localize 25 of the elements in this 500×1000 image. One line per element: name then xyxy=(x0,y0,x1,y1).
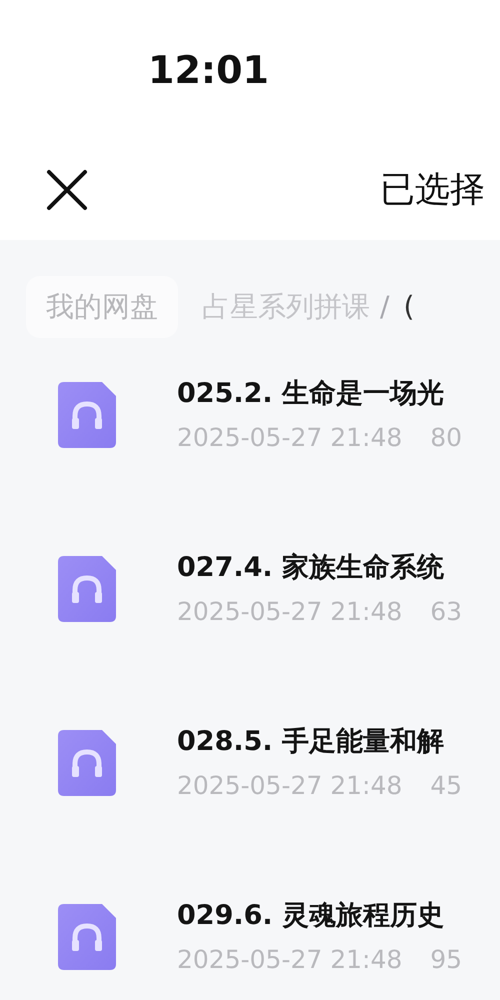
file-size: 95 xyxy=(430,945,462,974)
file-date: 2025-05-27 21:48 xyxy=(177,771,402,800)
file-name: 028.5. 手足能量和解 xyxy=(177,725,446,759)
file-size: 45 xyxy=(430,771,462,800)
file-date: 2025-05-27 21:48 xyxy=(177,423,402,452)
audio-file-icon xyxy=(58,556,116,622)
file-name: 027.4. 家族生命系统 xyxy=(177,551,446,585)
file-date: 2025-05-27 21:48 xyxy=(177,597,402,626)
breadcrumb-item[interactable]: ( xyxy=(403,286,414,328)
close-icon[interactable] xyxy=(46,169,88,211)
file-row[interactable]: 029.6. 灵魂旅程历史 2025-05-27 21:48 95 xyxy=(0,876,500,1000)
header-title: 已选择 xyxy=(380,168,485,212)
audio-file-icon xyxy=(58,904,116,970)
file-row[interactable]: 025.2. 生命是一场光 2025-05-27 21:48 80 xyxy=(0,354,500,528)
file-row[interactable]: 027.4. 家族生命系统 2025-05-27 21:48 63 xyxy=(0,528,500,702)
status-time: 12:01 xyxy=(148,48,269,92)
audio-file-icon xyxy=(58,730,116,796)
file-name: 029.6. 灵魂旅程历史 xyxy=(177,899,446,933)
audio-file-icon xyxy=(58,382,116,448)
file-name: 025.2. 生命是一场光 xyxy=(177,377,446,411)
file-size: 63 xyxy=(430,597,462,626)
file-date: 2025-05-27 21:48 xyxy=(177,945,402,974)
breadcrumb-separator: / xyxy=(380,289,390,325)
file-row[interactable]: 028.5. 手足能量和解 2025-05-27 21:48 45 xyxy=(0,702,500,876)
file-size: 80 xyxy=(430,423,462,452)
